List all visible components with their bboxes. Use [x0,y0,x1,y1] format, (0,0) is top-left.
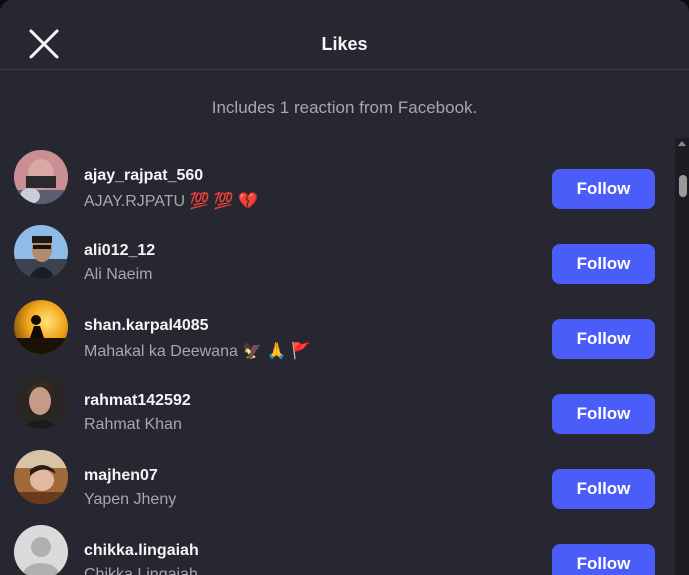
avatar[interactable] [14,225,68,279]
follow-button[interactable]: Follow [552,394,655,434]
avatar-person-indoor-icon [14,450,68,504]
avatar-masked-person-icon [14,150,68,204]
avatar-sunset-silhouette-icon [14,300,68,354]
likes-modal: Likes Includes 1 reaction from Facebook.… [0,0,689,575]
full-name: Chikka Lingaiah [84,566,198,575]
username[interactable]: ali012_12 [84,242,155,260]
full-name: Mahakal ka Deewana 🦅 🙏 🚩 [84,343,311,360]
full-name: AJAY.RJPATU 💯 💯 💔 [84,193,259,210]
username[interactable]: chikka.lingaiah [84,542,199,560]
avatar[interactable] [14,525,68,575]
avatar[interactable] [14,450,68,504]
avatar-young-man-icon [14,375,68,429]
username[interactable]: shan.karpal4085 [84,317,209,335]
full-name: Rahmat Khan [84,416,182,433]
username[interactable]: ajay_rajpat_560 [84,167,203,185]
list-item: rahmat142592 Rahmat Khan Follow [0,375,672,450]
modal-header: Likes [0,0,689,70]
scrollbar[interactable] [675,138,689,575]
list-item: ajay_rajpat_560 AJAY.RJPATU 💯 💯 💔 Follow [0,150,672,225]
follow-button[interactable]: Follow [552,169,655,209]
default-avatar-icon [14,525,68,575]
scrollbar-thumb[interactable] [679,175,687,197]
follow-button[interactable]: Follow [552,244,655,284]
avatar[interactable] [14,375,68,429]
list-item: ali012_12 Ali Naeim Follow [0,225,672,300]
list-item: shan.karpal4085 Mahakal ka Deewana 🦅 🙏 🚩… [0,300,672,375]
follow-button[interactable]: Follow [552,469,655,509]
list-item: majhen07 Yapen Jheny Follow [0,450,672,525]
username[interactable]: rahmat142592 [84,392,191,410]
follow-button[interactable]: Follow [552,544,655,575]
avatar-man-sunglasses-icon [14,225,68,279]
facebook-reactions-note: Includes 1 reaction from Facebook. [211,98,478,117]
modal-title: Likes [321,34,368,54]
likes-list: ajay_rajpat_560 AJAY.RJPATU 💯 💯 💔 Follow… [0,140,672,575]
username[interactable]: majhen07 [84,467,158,485]
list-item: chikka.lingaiah Chikka Lingaiah Follow [0,525,672,575]
avatar[interactable] [14,300,68,354]
scroll-up-arrow-icon[interactable] [678,141,686,146]
full-name: Yapen Jheny [84,491,177,508]
full-name: Ali Naeim [84,266,153,283]
avatar[interactable] [14,150,68,204]
follow-button[interactable]: Follow [552,319,655,359]
